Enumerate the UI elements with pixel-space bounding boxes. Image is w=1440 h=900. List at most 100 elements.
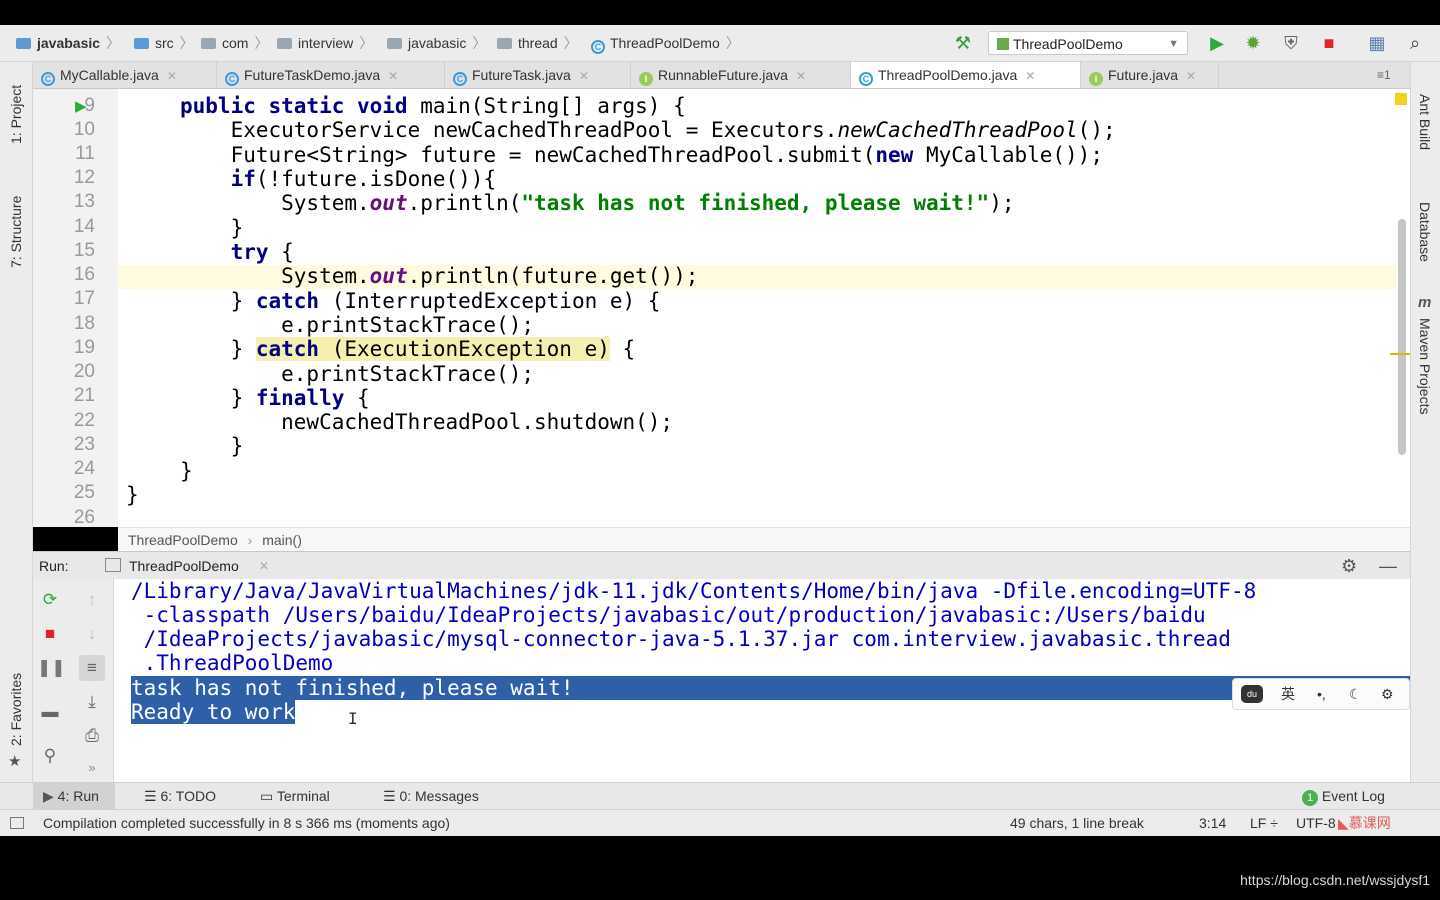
close-icon[interactable]: ✕	[1186, 69, 1196, 83]
pause-icon[interactable]: ❚❚	[37, 655, 66, 681]
soft-wrap-icon[interactable]: ≡	[79, 655, 105, 681]
text-cursor-icon: I	[348, 709, 358, 728]
editor-gutter: 9 ▶ 10 11 12 13 14 15 16 17 18 19 20 21 …	[33, 89, 118, 528]
line-number: 16	[73, 264, 95, 285]
code-line-21: } finally {	[180, 386, 370, 410]
structure-tool-button[interactable]: 7: Structure	[8, 196, 24, 268]
blog-watermark: https://blog.csdn.net/wssjdysf1	[1240, 872, 1430, 888]
file-encoding[interactable]: UTF-8	[1296, 810, 1336, 836]
todo-tool-button[interactable]: ☰ 6: TODO	[144, 783, 216, 810]
gear-icon[interactable]: ⚙	[1381, 679, 1394, 709]
breadcrumb-class[interactable]: ThreadPoolDemo	[128, 532, 238, 548]
crumb-interview[interactable]: interview 〉	[277, 25, 373, 61]
line-number: 19	[73, 337, 95, 358]
line-number: 22	[73, 410, 95, 431]
code-line-23: }	[180, 434, 244, 458]
code-line-15: try {	[230, 240, 294, 264]
interface-icon: I	[639, 72, 653, 86]
maven-tool-button[interactable]: Maven Projects	[1417, 318, 1433, 414]
run-tool-button[interactable]: ▶ 4: Run	[33, 783, 115, 810]
ant-build-tool-button[interactable]: Ant Build	[1417, 94, 1433, 150]
ime-punctuation-toggle[interactable]: •,	[1317, 679, 1326, 709]
code-line-20: e.printStackTrace();	[180, 362, 535, 386]
tab-runnablefuture[interactable]: I RunnableFuture.java ✕	[631, 62, 851, 88]
project-structure-icon[interactable]: ▦	[1366, 32, 1388, 54]
project-tool-button[interactable]: 1: Project	[8, 85, 24, 144]
pin-icon[interactable]: ⚲	[37, 743, 63, 769]
coverage-icon[interactable]: ⛨	[1280, 32, 1302, 54]
search-icon[interactable]: ⌕	[1404, 32, 1426, 54]
line-number: 24	[73, 458, 95, 479]
scroll-up-icon[interactable]: ↑	[79, 587, 105, 613]
console-line: /Library/Java/JavaVirtualMachines/jdk-11…	[131, 579, 1257, 603]
close-icon[interactable]: ✕	[167, 69, 177, 83]
build-hammer-icon[interactable]: ⚒	[952, 32, 974, 54]
rerun-icon[interactable]: ⟳	[37, 587, 63, 613]
scroll-to-end-icon[interactable]: ⤓	[79, 689, 105, 715]
code-line-24: }	[180, 459, 193, 483]
breadcrumb-method[interactable]: main()	[262, 532, 302, 548]
editor-scrollbar[interactable]	[1390, 89, 1410, 527]
folder-icon	[16, 38, 31, 49]
close-icon[interactable]: ✕	[388, 69, 398, 83]
toggle-tool-windows-icon[interactable]	[10, 817, 24, 829]
console-line-selected: Ready to work	[131, 700, 296, 724]
ime-logo-icon[interactable]: du	[1241, 685, 1263, 703]
tab-future[interactable]: I Future.java ✕	[1081, 62, 1219, 88]
print-icon[interactable]: ⎙	[79, 723, 105, 749]
scroll-down-icon[interactable]: ↓	[79, 621, 105, 647]
tab-mycallable[interactable]: C MyCallable.java ✕	[33, 62, 217, 88]
interface-icon: I	[1089, 72, 1103, 86]
gear-icon[interactable]: ⚙	[1341, 552, 1357, 580]
tool-window-bar: ▶ 4: Run ☰ 6: TODO ▭ Terminal ☰ 0: Messa…	[0, 782, 1440, 810]
crumb-com[interactable]: com 〉	[201, 25, 268, 61]
moon-icon[interactable]: ☾	[1349, 679, 1362, 709]
editor-tab-bar: C MyCallable.java ✕ C FutureTaskDemo.java ✕ …	[33, 62, 1410, 89]
run-configuration-select[interactable]: ThreadPoolDemo ▼	[988, 31, 1188, 55]
scrollbar-thumb[interactable]	[1398, 219, 1406, 455]
minimize-icon[interactable]: —	[1379, 552, 1397, 580]
warning-marker[interactable]	[1390, 353, 1410, 355]
debug-bug-icon[interactable]: ✹	[1242, 32, 1264, 54]
favorites-tool-button[interactable]: 2: Favorites	[8, 673, 24, 746]
close-icon[interactable]: ✕	[1025, 69, 1035, 83]
crumb-threadpooldemo[interactable]: C ThreadPoolDemo 〉	[591, 25, 740, 61]
line-separator[interactable]: LF ÷	[1250, 810, 1278, 836]
more-icon[interactable]: »	[79, 755, 105, 781]
code-line-19: } catch (ExecutionException e) {	[180, 337, 636, 361]
tab-futuretask[interactable]: C FutureTask.java ✕	[445, 62, 631, 88]
crumb-src[interactable]: src 〉	[134, 25, 194, 61]
close-icon[interactable]: ✕	[796, 69, 806, 83]
line-number: 23	[73, 434, 95, 455]
tab-threadpooldemo[interactable]: C ThreadPoolDemo.java ✕	[851, 62, 1081, 88]
messages-tool-button[interactable]: ☰ 0: Messages	[383, 783, 479, 810]
console-output[interactable]: /Library/Java/JavaVirtualMachines/jdk-11…	[114, 579, 1410, 782]
stop-icon[interactable]: ■	[37, 621, 63, 647]
crumb-project[interactable]: javabasic 〉	[16, 25, 120, 61]
analysis-status-icon	[1395, 93, 1407, 105]
package-icon	[201, 38, 216, 49]
selection-info: 49 chars, 1 line break	[1010, 815, 1144, 831]
caret-position[interactable]: 3:14	[1199, 810, 1226, 836]
line-number: 13	[73, 191, 95, 212]
console-line: /IdeaProjects/javabasic/mysql-connector-…	[131, 627, 1231, 651]
database-tool-button[interactable]: Database	[1417, 202, 1433, 262]
line-number: 20	[73, 361, 95, 382]
tab-futuretaskdemo[interactable]: C FutureTaskDemo.java ✕	[217, 62, 445, 88]
messages-icon: ☰	[383, 788, 396, 804]
layout-icon[interactable]: ▬	[37, 699, 63, 725]
run-tab[interactable]: ThreadPoolDemo	[129, 552, 239, 580]
run-gutter-icon[interactable]: ▶	[75, 97, 87, 115]
event-log-button[interactable]: 1 Event Log	[1302, 783, 1385, 810]
line-number: 12	[73, 167, 95, 188]
close-icon[interactable]: ✕	[259, 552, 269, 580]
close-icon[interactable]: ✕	[579, 69, 589, 83]
tabs-overflow-button[interactable]: ≡1	[1369, 62, 1409, 88]
status-message[interactable]: Compilation completed successfully in 8 …	[43, 810, 450, 836]
ime-language-toggle[interactable]: 英	[1281, 679, 1295, 709]
stop-icon[interactable]: ■	[1318, 32, 1340, 54]
terminal-tool-button[interactable]: ▭ Terminal	[260, 783, 330, 810]
crumb-thread[interactable]: thread 〉	[497, 25, 578, 61]
crumb-javabasic[interactable]: javabasic 〉	[387, 25, 486, 61]
run-icon[interactable]: ▶	[1206, 32, 1228, 54]
